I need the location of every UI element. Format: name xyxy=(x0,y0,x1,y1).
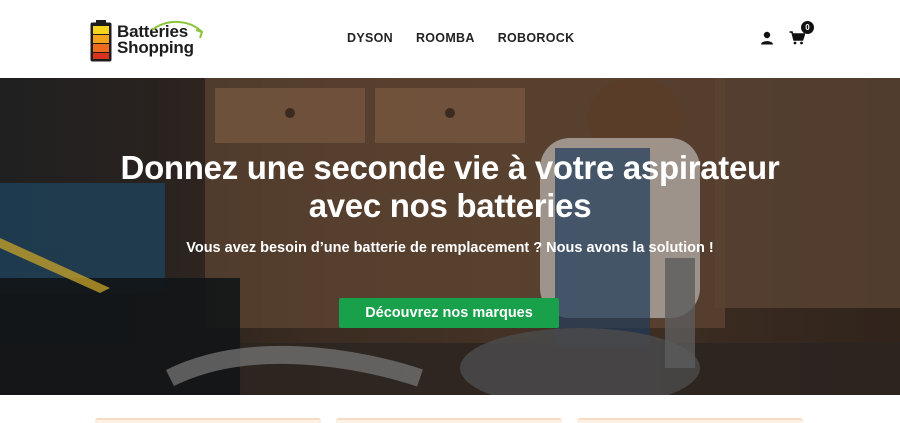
hero-title-line1: Donnez une seconde vie à votre aspirateu… xyxy=(120,149,780,186)
main-nav: DYSON ROOMBA ROBOROCK xyxy=(347,31,574,45)
brand-card[interactable] xyxy=(95,418,321,423)
user-icon[interactable] xyxy=(760,31,774,45)
brand-cards-strip xyxy=(0,395,900,423)
brand-logo[interactable]: Batteries Shopping xyxy=(90,20,205,62)
cart-icon[interactable] xyxy=(789,31,805,45)
brand-card[interactable] xyxy=(336,418,562,423)
hero-subtitle: Vous avez besoin d’une batterie de rempl… xyxy=(186,240,714,256)
hero-background-image xyxy=(0,78,900,395)
site-header: Batteries Shopping DYSON ROOMBA ROBOROCK… xyxy=(0,0,900,78)
nav-item-dyson[interactable]: DYSON xyxy=(347,31,393,45)
hero-title: Donnez une seconde vie à votre aspirateu… xyxy=(0,149,900,225)
nav-item-roomba[interactable]: ROOMBA xyxy=(416,31,475,45)
brand-card[interactable] xyxy=(577,418,803,423)
brand-name-line2: Shopping xyxy=(117,38,194,57)
discover-brands-button[interactable]: Découvrez nos marques xyxy=(339,298,559,328)
hero-title-line2: avec nos batteries xyxy=(308,187,592,224)
cart-count-badge: 0 xyxy=(801,21,814,34)
nav-item-roborock[interactable]: ROBOROCK xyxy=(498,31,575,45)
swoosh-icon xyxy=(151,21,204,39)
battery-logo-icon xyxy=(90,20,112,62)
hero-banner: Donnez une seconde vie à votre aspirateu… xyxy=(0,78,900,395)
